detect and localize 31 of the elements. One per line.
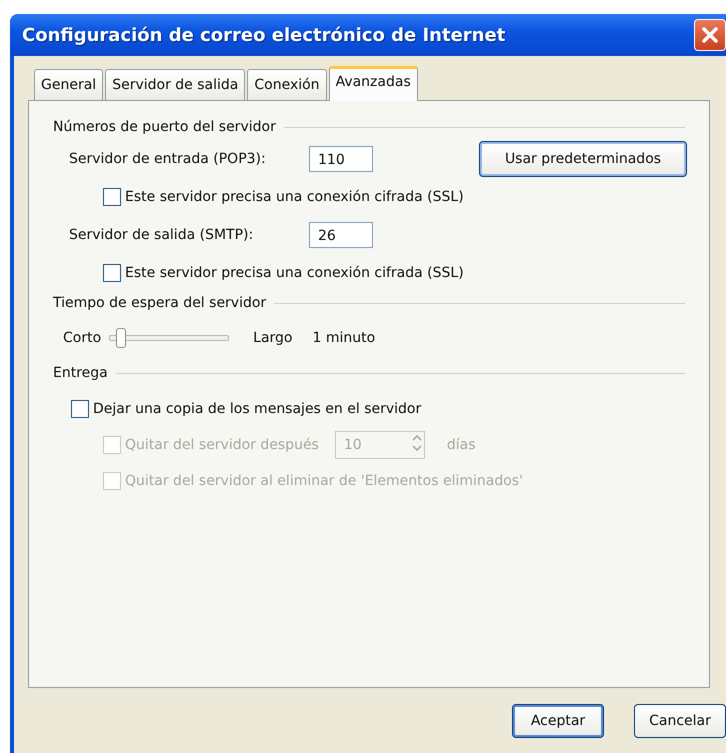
checkbox-label: Este servidor precisa una conexión cifrada (SSL) (125, 265, 464, 281)
port-field[interactable]: 26 (309, 222, 373, 248)
port-field[interactable]: 110 (309, 146, 373, 172)
window-title: Configuración de correo electrónico de Internet (22, 24, 506, 46)
slider-thumb[interactable] (116, 328, 126, 348)
tab[interactable]: Servidor de salida (105, 69, 246, 100)
checkbox-label: Este servidor precisa una conexión cifrada (SSL) (125, 189, 464, 205)
tab[interactable]: Avanzadas (328, 66, 418, 101)
checkbox-label: Quitar del servidor después (125, 437, 319, 453)
field-label: Servidor de entrada (POP3): (69, 151, 267, 167)
field-label: Servidor de salida (SMTP): (69, 227, 254, 243)
slider-min-label: Corto (63, 330, 102, 346)
group-heading: Entrega (53, 365, 108, 381)
spin-arrows-icon (410, 432, 424, 454)
tab[interactable]: Conexión (247, 69, 327, 100)
group-heading: Tiempo de espera del servidor (53, 295, 266, 311)
checkbox-label: Quitar del servidor al eliminar de 'Elementos eliminados' (125, 473, 523, 489)
checkbox-label: Dejar una copia de los mensajes en el servidor (93, 401, 422, 417)
group-heading: Números de puerto del servidor (53, 119, 276, 135)
timeout-reading: 1 minuto (312, 330, 376, 346)
dialog-button[interactable]: Aceptar (512, 704, 604, 738)
tab[interactable]: General (34, 69, 104, 100)
close-icon (700, 25, 720, 45)
checkbox[interactable] (71, 400, 89, 418)
unit-label: días (446, 437, 476, 453)
checkbox[interactable] (103, 188, 121, 206)
checkbox[interactable] (103, 264, 121, 282)
close-button[interactable] (694, 19, 726, 51)
defaults-button[interactable]: Usar predeterminados (479, 141, 687, 177)
dialog-button[interactable]: Cancelar (634, 704, 726, 738)
slider-max-label: Largo (253, 330, 292, 346)
